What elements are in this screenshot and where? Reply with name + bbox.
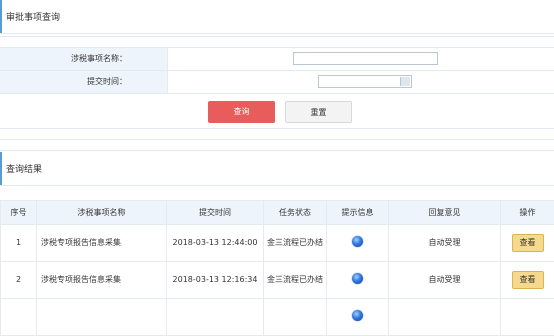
item-name-label: 涉税事项名称： (0, 48, 168, 70)
row-time: 2018-03-13 12:44:00 (167, 225, 264, 262)
row-info (327, 262, 389, 299)
query-section-title: 审批事项查询 (0, 2, 554, 34)
table-row: 2 涉税专项报告信息采集 2018-03-13 12:16:34 金三流程已办结… (1, 262, 554, 299)
submit-time-input[interactable] (318, 75, 412, 88)
row-action: 查看 (501, 225, 554, 262)
divider (0, 128, 554, 129)
item-name-input[interactable] (293, 52, 438, 65)
col-header-action: 操作 (501, 201, 554, 225)
row-info (327, 299, 389, 336)
info-dot-icon[interactable] (352, 310, 363, 321)
results-section-title: 查询结果 (0, 154, 554, 186)
row-index: 2 (1, 262, 37, 299)
table-row: 1 涉税专项报告信息采集 2018-03-13 12:44:00 金三流程已办结… (1, 225, 554, 262)
info-dot-icon[interactable] (352, 236, 363, 247)
row-info (327, 225, 389, 262)
table-row (1, 299, 554, 336)
row-reply: 自动受理 (389, 262, 501, 299)
row-time: 2018-03-13 12:16:34 (167, 262, 264, 299)
divider (0, 139, 554, 140)
col-header-index: 序号 (1, 201, 37, 225)
divider (0, 150, 554, 151)
form-row-item-name: 涉税事项名称： (0, 48, 554, 71)
col-header-status: 任务状态 (264, 201, 327, 225)
table-header-row: 序号 涉税事项名称 提交时间 任务状态 提示信息 回复意见 操作 (1, 201, 554, 225)
row-status: 金三流程已办结 (264, 262, 327, 299)
col-header-time: 提交时间 (167, 201, 264, 225)
info-dot-icon[interactable] (352, 273, 363, 284)
row-name: 涉税专项报告信息采集 (37, 225, 167, 262)
view-button[interactable]: 查看 (512, 234, 544, 252)
reset-button[interactable]: 重置 (285, 101, 352, 123)
row-reply: 自动受理 (389, 225, 501, 262)
col-header-info: 提示信息 (327, 201, 389, 225)
results-table: 序号 涉税事项名称 提交时间 任务状态 提示信息 回复意见 操作 1 涉税专项报… (0, 200, 554, 336)
col-header-name: 涉税事项名称 (37, 201, 167, 225)
row-action: 查看 (501, 262, 554, 299)
form-row-submit-time: 提交时间： (0, 71, 554, 94)
col-header-reply: 回复意见 (389, 201, 501, 225)
row-status: 金三流程已办结 (264, 225, 327, 262)
calendar-icon[interactable] (400, 77, 410, 86)
query-button[interactable]: 查询 (208, 101, 275, 123)
divider (0, 36, 554, 37)
view-button[interactable]: 查看 (512, 271, 544, 289)
row-name: 涉税专项报告信息采集 (37, 262, 167, 299)
submit-time-label: 提交时间： (0, 71, 168, 93)
row-index: 1 (1, 225, 37, 262)
